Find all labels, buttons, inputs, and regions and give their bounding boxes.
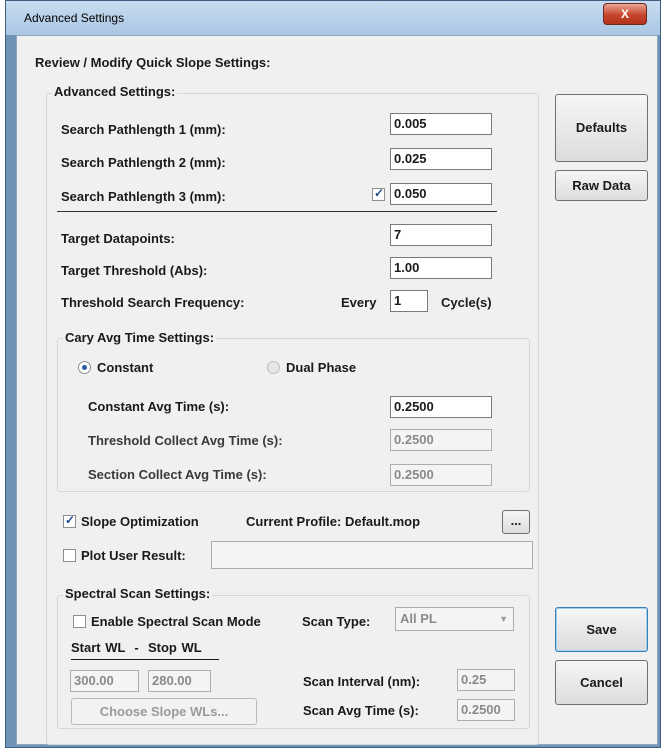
title-bar[interactable]: Advanced Settings X [6,1,660,35]
scan-avg-time-label: Scan Avg Time (s): [303,703,419,718]
pathlength-1-label: Search Pathlength 1 (mm): [61,122,226,137]
cycles-label: Cycle(s) [441,295,492,310]
stop-wl-input[interactable]: 280.00 [148,670,211,692]
pathlength-3-checkbox[interactable] [372,186,385,201]
pathlength-3-label: Search Pathlength 3 (mm): [61,189,226,204]
wl-header-underline [71,659,219,660]
constant-radio[interactable] [78,361,91,374]
section-collect-avg-input[interactable]: 0.2500 [390,464,492,486]
search-frequency-input[interactable]: 1 [390,290,428,312]
chevron-down-icon: ▼ [499,614,508,624]
constant-avg-time-label: Constant Avg Time (s): [88,399,230,414]
current-profile-label: Current Profile: Default.mop [246,514,421,529]
close-button[interactable]: X [603,3,647,25]
scan-interval-label: Scan Interval (nm): [303,674,421,689]
dialog-client-area: Review / Modify Quick Slope Settings: Ad… [16,35,658,745]
scan-type-label: Scan Type: [302,614,371,629]
enable-spectral-scan-checkbox[interactable] [73,615,86,628]
slope-optimization-label[interactable]: Slope Optimization [81,514,199,529]
constant-avg-time-input[interactable]: 0.2500 [390,396,492,418]
save-button[interactable]: Save [555,607,648,652]
section-divider [57,211,497,212]
target-datapoints-input[interactable]: 7 [390,224,492,246]
spectral-scan-label: Spectral Scan Settings: [63,586,213,601]
plot-user-result-input[interactable] [211,541,533,569]
threshold-collect-avg-input[interactable]: 0.2500 [390,429,492,451]
scan-interval-input[interactable]: 0.25 [457,669,515,691]
target-threshold-input[interactable]: 1.00 [390,257,492,279]
defaults-button[interactable]: Defaults [555,94,648,162]
cary-avg-time-label: Cary Avg Time Settings: [63,330,217,345]
constant-radio-label[interactable]: Constant [97,360,153,375]
target-datapoints-label: Target Datapoints: [61,231,175,246]
pathlength-1-input[interactable]: 0.005 [390,113,492,135]
slope-optimization-checkbox[interactable] [63,513,76,528]
scan-avg-time-input[interactable]: 0.2500 [457,699,515,721]
threshold-frequency-label: Threshold Search Frequency: [61,295,245,310]
cancel-button[interactable]: Cancel [555,660,648,705]
every-label: Every [341,295,377,310]
scan-type-dropdown[interactable]: All PL ▼ [395,607,514,631]
choose-slope-wls-button[interactable]: Choose Slope WLs... [71,698,257,725]
target-threshold-label: Target Threshold (Abs): [61,263,208,278]
pathlength-2-input[interactable]: 0.025 [390,148,492,170]
browse-profile-button[interactable]: ... [502,510,530,534]
scan-type-value: All PL [400,611,437,626]
dual-phase-radio[interactable] [267,361,280,374]
plot-user-result-checkbox[interactable] [63,549,76,562]
dual-phase-label[interactable]: Dual Phase [286,360,356,375]
threshold-collect-avg-label: Threshold Collect Avg Time (s): [88,433,283,448]
dialog-heading: Review / Modify Quick Slope Settings: [35,55,271,70]
wavelength-range-header: Start WL - Stop WL [71,640,202,655]
pathlength-3-input[interactable]: 0.050 [390,183,492,205]
enable-spectral-scan-label[interactable]: Enable Spectral Scan Mode [91,614,261,629]
start-wl-input[interactable]: 300.00 [70,670,139,692]
section-collect-avg-label: Section Collect Avg Time (s): [88,467,267,482]
advanced-settings-label: Advanced Settings: [52,84,178,99]
dialog-window: Advanced Settings X Review / Modify Quic… [5,0,661,748]
window-title: Advanced Settings [24,11,125,25]
pathlength-2-label: Search Pathlength 2 (mm): [61,155,226,170]
plot-user-result-label[interactable]: Plot User Result: [81,548,186,563]
raw-data-button[interactable]: Raw Data [555,170,648,201]
